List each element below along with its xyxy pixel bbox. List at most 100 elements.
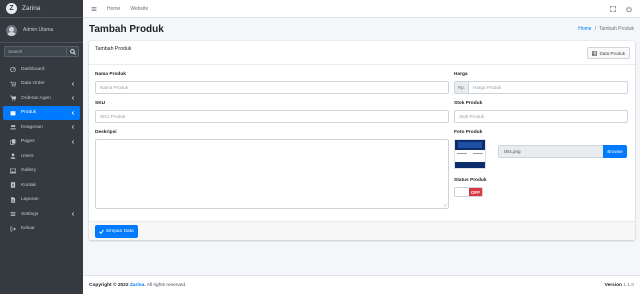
nav-home-link[interactable]: Home	[107, 6, 120, 12]
brand-logo: Z	[6, 3, 17, 14]
sidebar-item-label: Settings	[21, 211, 39, 217]
copy-icon	[10, 139, 16, 145]
version-value: 1.1.0	[623, 283, 634, 288]
chevron-left-icon	[71, 125, 75, 129]
shopping-cart-icon	[10, 81, 16, 87]
sidebar-item-gallery[interactable]: Gallery	[3, 164, 80, 179]
sidebar-item-data-order[interactable]: Data Order	[3, 77, 80, 92]
sidebar-item-keagenan[interactable]: Keagenan	[3, 120, 80, 135]
sidebar-search-button[interactable]	[66, 46, 79, 57]
nama-produk-label: Nama Produk	[95, 72, 126, 77]
power-icon[interactable]	[626, 6, 632, 12]
toggle-knob	[455, 188, 469, 196]
fullscreen-icon[interactable]	[610, 6, 616, 12]
sidebar-item-label: Keagenan	[21, 124, 43, 130]
harga-prefix: Rp.	[454, 81, 469, 94]
list-icon	[592, 50, 598, 56]
sidebar-item-label: Users	[21, 153, 34, 159]
nama-produk-input[interactable]: Nama Produk	[95, 81, 449, 94]
sidebar-item-orderan-agen[interactable]: Orderan Agen	[3, 91, 80, 106]
sidebar-item-settings[interactable]: Settings	[3, 207, 80, 222]
user-panel[interactable]: Admin Utama	[0, 18, 83, 43]
status-toggle[interactable]: OFF	[454, 187, 483, 197]
chevron-left-icon	[71, 139, 75, 144]
user-icon	[10, 153, 16, 159]
top-navbar: Home Website	[83, 0, 640, 18]
copyright: Copyright © 2022 Zarina. All rights rese…	[89, 283, 186, 288]
box-icon	[10, 110, 16, 116]
page-title: Tambah Produk	[89, 24, 164, 35]
user-name: Admin Utama	[23, 27, 54, 33]
sidebar-nav: Dashboard Data Order Orderan Agen Produk Kea…	[0, 62, 83, 236]
sku-label: SKU	[95, 101, 106, 106]
sidebar-search-input[interactable]: Search	[4, 46, 66, 57]
version: Version 1.1.0	[605, 283, 634, 288]
sidebar-item-dashboard[interactable]: Dashboard	[3, 62, 80, 77]
card-header: Tambah Produk Data Produk	[89, 41, 635, 65]
image-icon	[10, 168, 16, 174]
breadcrumb-home-link[interactable]: Home	[578, 26, 591, 32]
stok-input[interactable]: Stok Produk	[454, 110, 628, 123]
foto-produk-label: Foto Produk	[454, 130, 483, 135]
tachometer-icon	[10, 67, 16, 73]
harga-label: Harga	[454, 72, 468, 77]
sidebar-item-label: Keluar	[21, 226, 35, 232]
address-book-icon	[10, 182, 16, 188]
main-footer: Copyright © 2022 Zarina. All rights rese…	[83, 275, 640, 294]
toggle-off-label: OFF	[469, 188, 482, 196]
sidebar: Z Zarina Admin Utama Search Dashboard Dat…	[0, 0, 83, 294]
deskripsi-textarea[interactable]	[95, 139, 449, 209]
check-icon	[99, 229, 104, 234]
sidebar-item-label: Dashboard	[21, 66, 45, 72]
status-produk-label: Status Produk	[454, 178, 487, 183]
sidebar-item-produk[interactable]: Produk	[3, 105, 80, 120]
browse-button[interactable]: Browse	[603, 145, 627, 158]
cart-icon	[10, 95, 16, 101]
settings-icon	[10, 212, 16, 217]
product-form-card: Tambah Produk Data Produk Nama Produk Na…	[89, 41, 635, 240]
data-produk-label: Data Produk	[599, 50, 625, 56]
sidebar-item-pages[interactable]: Pages	[3, 135, 80, 150]
product-image-preview	[454, 139, 486, 169]
harga-input[interactable]: Harga Produk	[468, 81, 628, 94]
brand-link[interactable]: Z Zarina	[0, 0, 83, 18]
sidebar-item-label: Gallery	[21, 168, 37, 174]
stok-label: Stok Produk	[454, 101, 483, 106]
breadcrumb-current: Tambah Produk	[598, 26, 634, 32]
version-label: Version	[604, 283, 622, 288]
menu-toggle-icon[interactable]	[91, 6, 97, 12]
rights-text: All rights reserved.	[146, 283, 187, 288]
resize-grip-icon[interactable]	[443, 203, 447, 207]
search-icon	[69, 48, 76, 55]
chevron-left-icon	[71, 212, 75, 216]
sidebar-item-users[interactable]: Users	[3, 149, 80, 164]
sku-input[interactable]: SKU Produk	[95, 110, 449, 123]
simpan-data-button[interactable]: Simpan Data	[95, 225, 138, 238]
breadcrumb: Home / Tambah Produk	[578, 26, 634, 32]
card-title: Tambah Produk	[95, 46, 132, 52]
simpan-data-label: Simpan Data	[106, 229, 134, 234]
brand-name: Zarina	[22, 5, 41, 12]
foto-file-input[interactable]: 004.png	[498, 145, 604, 158]
users-icon	[10, 125, 16, 130]
sidebar-item-label: Orderan Agen	[21, 95, 51, 101]
sidebar-item-label: Laporan	[21, 197, 39, 203]
sign-out-icon	[10, 226, 16, 232]
file-icon	[11, 197, 16, 203]
card-footer: Simpan Data	[89, 221, 635, 240]
data-produk-button[interactable]: Data Produk	[587, 47, 630, 59]
sidebar-item-kontak[interactable]: Kontak	[3, 178, 80, 193]
chevron-left-icon	[71, 110, 75, 115]
breadcrumb-separator: /	[594, 26, 596, 32]
sidebar-item-keluar[interactable]: Keluar	[3, 222, 80, 237]
sidebar-item-label: Data Order	[21, 81, 45, 87]
nav-website-link[interactable]: Website	[130, 6, 148, 12]
sidebar-item-label: Pages	[21, 139, 35, 145]
avatar	[6, 24, 17, 36]
sidebar-search: Search	[4, 46, 79, 57]
sidebar-item-laporan[interactable]: Laporan	[3, 193, 80, 208]
deskripsi-label: Deskripsi	[95, 130, 117, 135]
footer-brand-link[interactable]: Zarina.	[130, 283, 146, 288]
chevron-left-icon	[71, 96, 75, 100]
sidebar-item-label: Kontak	[21, 182, 36, 188]
